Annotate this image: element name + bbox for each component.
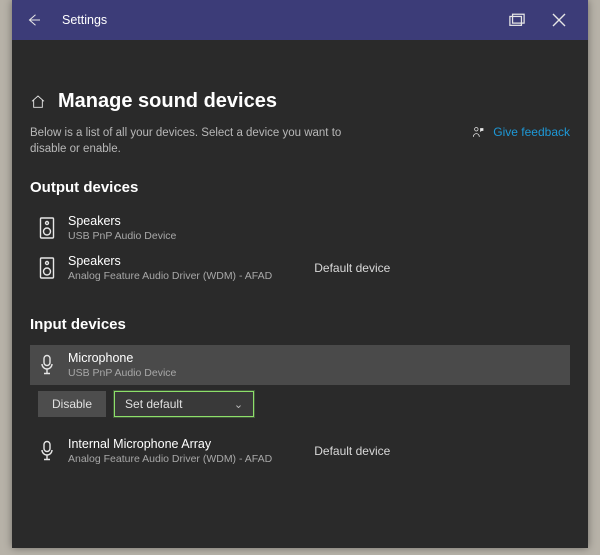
device-name: Speakers xyxy=(68,214,176,228)
feedback-link[interactable]: Give feedback xyxy=(493,125,570,139)
multitask-icon xyxy=(509,13,525,27)
set-default-dropdown[interactable]: Set default ⌄ xyxy=(114,391,254,417)
device-sub: Analog Feature Audio Driver (WDM) - AFAD xyxy=(68,270,272,282)
device-name: Internal Microphone Array xyxy=(68,437,272,451)
output-devices-heading: Output devices xyxy=(30,179,570,196)
settings-window: Settings Manage sound devices Below is xyxy=(12,0,588,548)
titlebar: Settings xyxy=(12,0,588,40)
speaker-icon xyxy=(38,216,56,240)
input-device-item-selected[interactable]: Microphone USB PnP Audio Device xyxy=(30,345,570,385)
dropdown-label: Set default xyxy=(125,397,182,411)
page-title: Manage sound devices xyxy=(58,90,277,113)
close-button[interactable] xyxy=(538,0,580,40)
page-subtitle: Below is a list of all your devices. Sel… xyxy=(30,125,350,157)
device-sub: USB PnP Audio Device xyxy=(68,230,176,242)
arrow-left-icon xyxy=(25,11,43,29)
device-action-row: Disable Set default ⌄ xyxy=(38,391,570,417)
close-icon xyxy=(552,13,566,27)
content-area: Manage sound devices Below is a list of … xyxy=(12,40,588,548)
device-sub: USB PnP Audio Device xyxy=(68,367,176,379)
app-title: Settings xyxy=(62,13,107,27)
page-subheader: Below is a list of all your devices. Sel… xyxy=(30,125,570,157)
multitask-button[interactable] xyxy=(496,0,538,40)
page-header: Manage sound devices xyxy=(30,90,570,113)
device-name: Speakers xyxy=(68,254,272,268)
microphone-icon xyxy=(38,353,56,377)
microphone-icon xyxy=(38,439,56,463)
back-button[interactable] xyxy=(20,6,48,34)
input-device-item[interactable]: Internal Microphone Array Analog Feature… xyxy=(30,431,570,471)
feedback-group: Give feedback xyxy=(472,125,570,139)
device-name: Microphone xyxy=(68,351,176,365)
speaker-icon xyxy=(38,256,56,280)
input-devices-heading: Input devices xyxy=(30,316,570,333)
feedback-icon xyxy=(472,126,485,139)
disable-button[interactable]: Disable xyxy=(38,391,106,417)
device-status: Default device xyxy=(314,444,390,458)
output-device-item[interactable]: Speakers USB PnP Audio Device xyxy=(30,208,570,248)
output-device-item[interactable]: Speakers Analog Feature Audio Driver (WD… xyxy=(30,248,570,288)
device-sub: Analog Feature Audio Driver (WDM) - AFAD xyxy=(68,453,272,465)
home-icon xyxy=(30,94,46,110)
chevron-down-icon: ⌄ xyxy=(234,398,243,411)
device-status: Default device xyxy=(314,261,390,275)
